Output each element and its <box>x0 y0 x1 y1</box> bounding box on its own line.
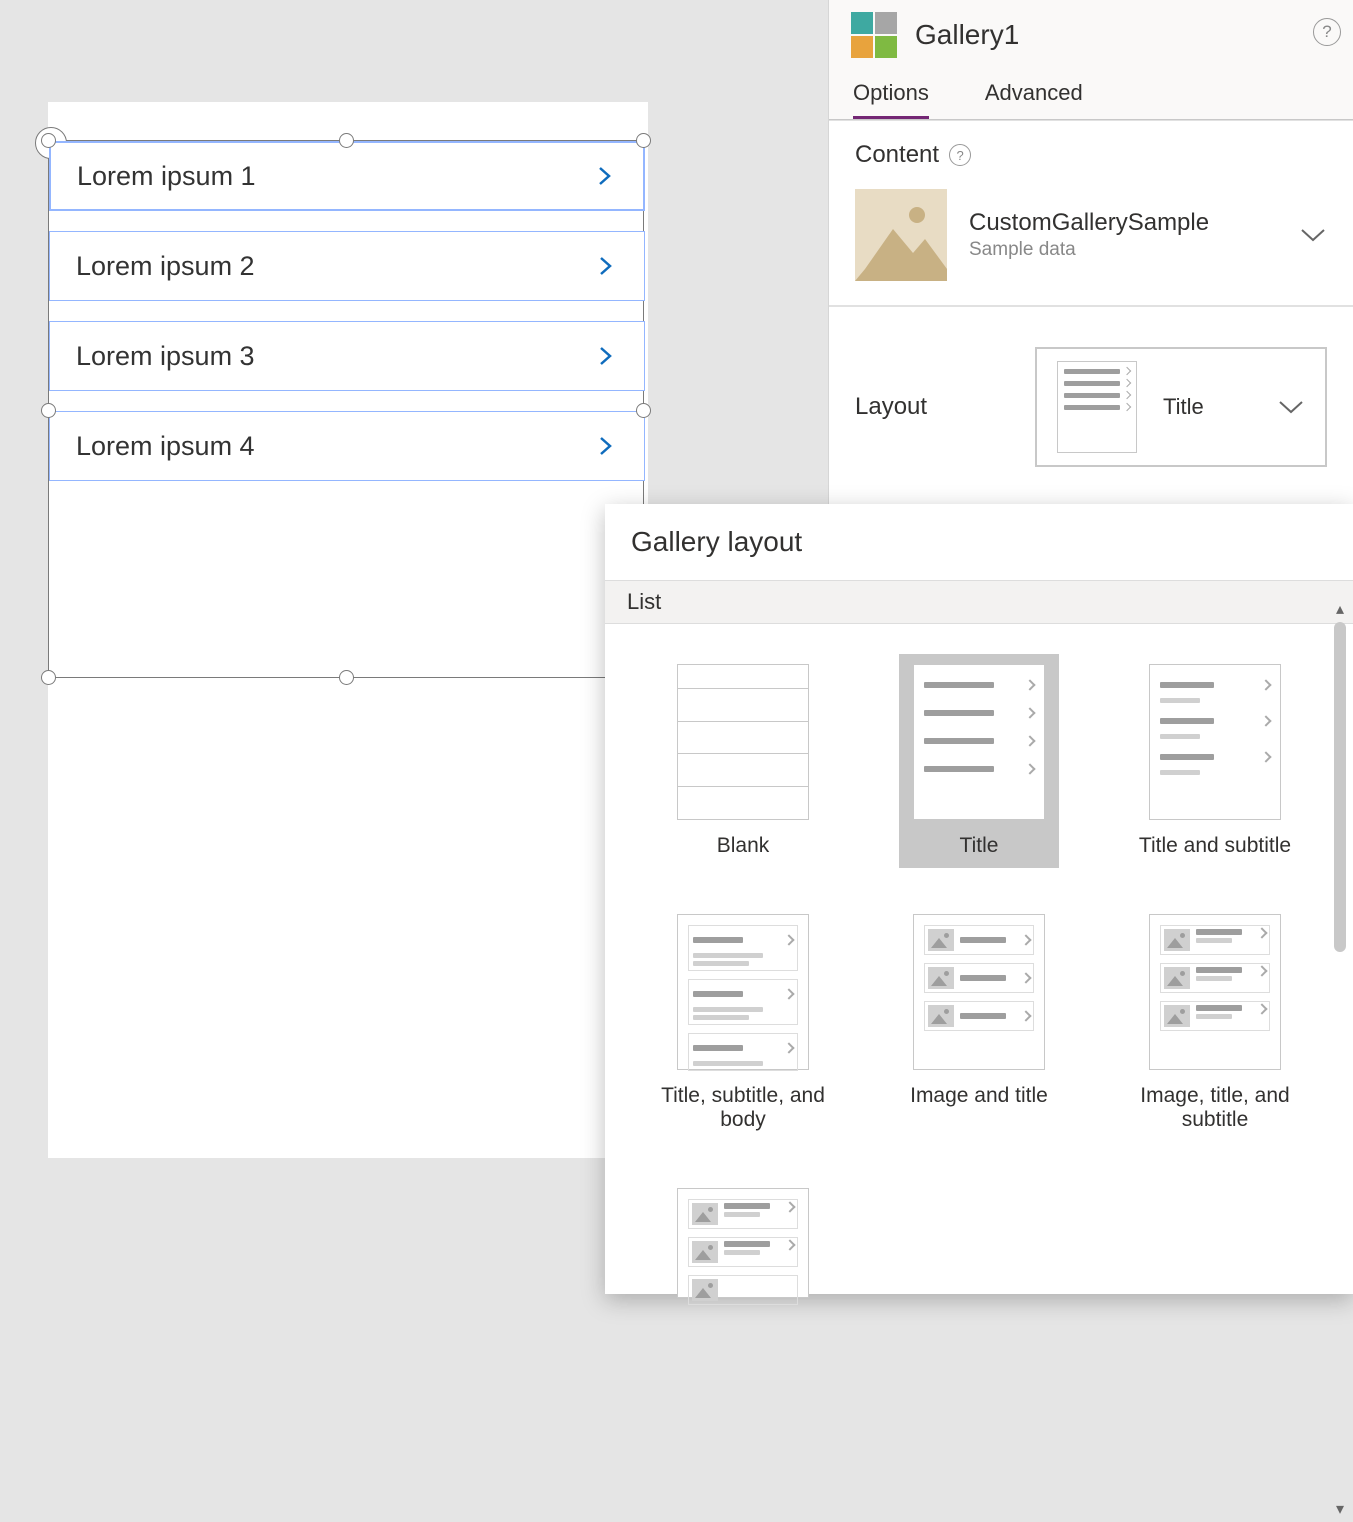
resize-handle[interactable] <box>339 670 354 685</box>
chevron-right-icon[interactable] <box>594 255 616 277</box>
layout-option-label: Title <box>960 834 999 858</box>
layout-label: Layout <box>855 393 1015 421</box>
chevron-down-icon[interactable] <box>1299 226 1327 244</box>
content-label: Content <box>855 141 939 169</box>
scroll-down-icon[interactable]: ▾ <box>1329 1496 1351 1522</box>
chevron-right-icon[interactable] <box>594 345 616 367</box>
layout-option-image-title[interactable]: Image and title <box>896 904 1062 1142</box>
chevron-down-icon[interactable] <box>1277 398 1305 416</box>
layout-dropdown[interactable]: Title <box>1035 347 1327 467</box>
tab-advanced[interactable]: Advanced <box>985 80 1083 119</box>
gallery-item-title: Lorem ipsum 1 <box>77 161 256 192</box>
layout-thumb-icon <box>1057 361 1137 453</box>
layout-option-label: Title, subtitle, and body <box>648 1084 838 1132</box>
resize-handle[interactable] <box>41 133 56 148</box>
layout-selected-name: Title <box>1163 394 1204 420</box>
layout-option-label: Title and subtitle <box>1139 834 1291 858</box>
tab-options[interactable]: Options <box>853 80 929 119</box>
scroll-thumb[interactable] <box>1334 622 1346 952</box>
help-icon[interactable]: ? <box>949 144 971 166</box>
layout-section: Layout Title <box>829 306 1353 508</box>
gallery-item[interactable]: Lorem ipsum 4 <box>49 411 645 481</box>
layout-option-title[interactable]: Title <box>899 654 1059 868</box>
layout-option-title-subtitle-body[interactable]: Title, subtitle, and body <box>634 904 852 1142</box>
gallery-item[interactable]: Lorem ipsum 1 <box>49 141 645 211</box>
resize-handle[interactable] <box>636 403 651 418</box>
gallery-control-icon <box>851 12 897 58</box>
gallery-item[interactable]: Lorem ipsum 3 <box>49 321 645 391</box>
gallery-control[interactable]: ✎ Lorem ipsum 1 Lorem ipsum 2 Lorem ipsu… <box>48 140 644 678</box>
gallery-item-title: Lorem ipsum 3 <box>76 341 255 372</box>
help-icon[interactable]: ? <box>1313 18 1341 46</box>
layout-option-blank[interactable]: Blank <box>663 654 823 868</box>
datasource-subtitle: Sample data <box>969 239 1209 261</box>
chevron-right-icon[interactable] <box>594 435 616 457</box>
layout-option-label: Blank <box>717 834 770 858</box>
resize-handle[interactable] <box>41 403 56 418</box>
layout-option-partial[interactable] <box>663 1178 823 1308</box>
layout-option-image-title-subtitle[interactable]: Image, title, and subtitle <box>1106 904 1324 1142</box>
resize-handle[interactable] <box>339 133 354 148</box>
popup-title: Gallery layout <box>605 504 1353 580</box>
popup-group-label: List <box>605 580 1353 624</box>
scroll-up-icon[interactable]: ▴ <box>1329 596 1351 622</box>
content-section: Content ? CustomGallerySample Sample dat… <box>829 120 1353 306</box>
gallery-item[interactable]: Lorem ipsum 2 <box>49 231 645 301</box>
layout-option-label: Image and title <box>910 1084 1048 1108</box>
datasource-name: CustomGallerySample <box>969 209 1209 237</box>
panel-tabs: Options Advanced <box>829 60 1353 120</box>
gallery-layout-popup: Gallery layout List Blank Title <box>605 504 1353 1294</box>
layout-option-title-subtitle[interactable]: Title and subtitle <box>1125 654 1305 868</box>
popup-scrollbar[interactable]: ▴ ▾ <box>1329 596 1351 952</box>
resize-handle[interactable] <box>41 670 56 685</box>
chevron-right-icon[interactable] <box>593 165 615 187</box>
datasource-picker[interactable]: CustomGallerySample Sample data <box>855 189 1327 281</box>
resize-handle[interactable] <box>636 133 651 148</box>
gallery-item-title: Lorem ipsum 4 <box>76 431 255 462</box>
image-placeholder-icon <box>855 189 947 281</box>
control-name: Gallery1 <box>915 19 1019 51</box>
gallery-item-title: Lorem ipsum 2 <box>76 251 255 282</box>
layout-option-label: Image, title, and subtitle <box>1120 1084 1310 1132</box>
